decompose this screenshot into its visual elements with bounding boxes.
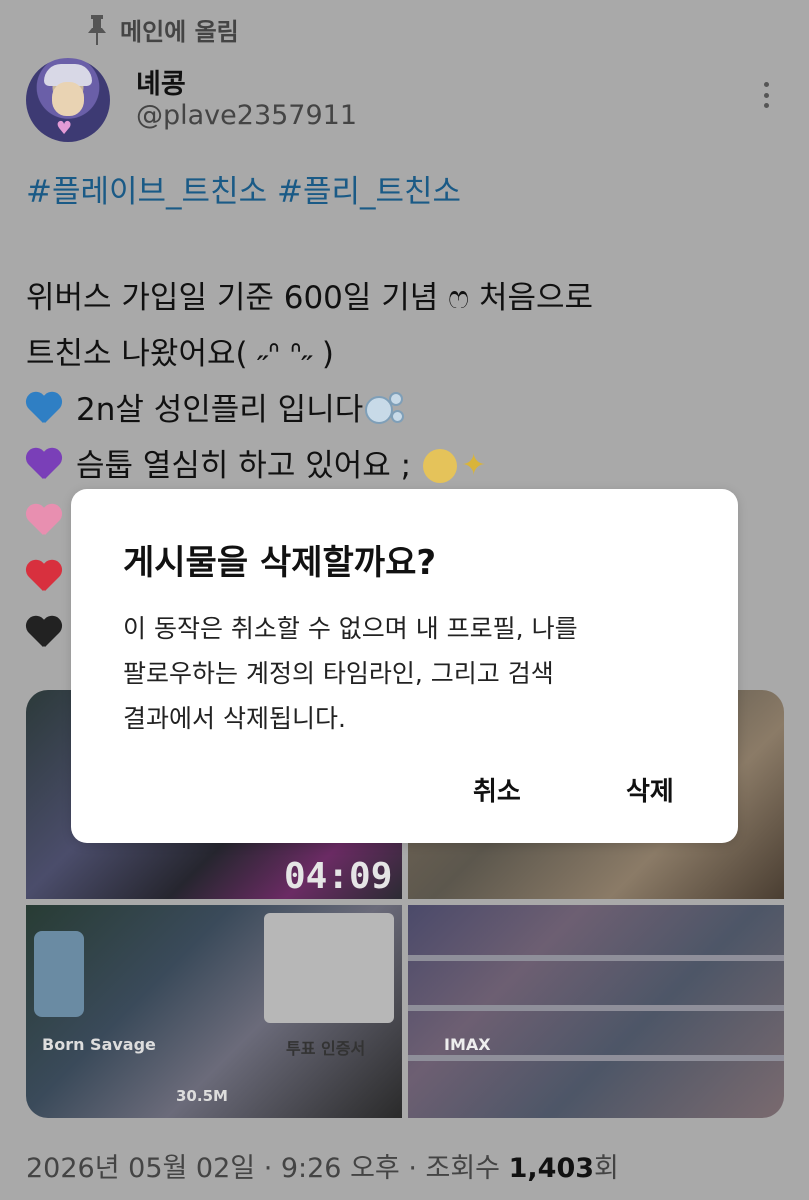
delete-button[interactable]: 삭제 [626, 771, 674, 808]
bubbles-icon [365, 392, 405, 428]
dialog-title: 게시물을 삭제할까요? [123, 543, 437, 583]
post-meta: 2026년 05월 02일 · 9:26 오후 · 조회수 1,403회 [26, 1146, 619, 1185]
cancel-button[interactable]: 취소 [473, 771, 521, 808]
dialog-message-line: 이 동작은 취소할 수 없으며 내 프로필, 나를 [123, 614, 578, 643]
post-line: 슴툽 열심히 하고 있어요 ; ✦ [26, 438, 593, 494]
view-count-suffix: 회 [594, 1153, 619, 1184]
sparkles-icon: ✦ [461, 448, 487, 483]
more-options-icon[interactable] [762, 82, 770, 108]
dialog-message: 이 동작은 취소할 수 없으며 내 프로필, 나를 팔로우하는 계정의 타임라인… [123, 606, 703, 741]
post-line: 트친소 나왔어요( ˶ᐢ ᐢ˶ ) [26, 326, 593, 382]
post-line-text: 슴툽 열심히 하고 있어요 ; [76, 448, 412, 484]
post-timestamp: 2026년 05월 02일 · 9:26 오후 · 조회수 [26, 1153, 509, 1184]
purple-heart-icon [26, 449, 62, 483]
media-image-3[interactable]: Born Savage 30.5M 투표 인증서 [26, 905, 402, 1118]
blue-heart-icon [26, 393, 62, 427]
dialog-message-line: 결과에서 삭제됩니다. [123, 704, 346, 733]
delete-confirm-dialog: 게시물을 삭제할까요? 이 동작은 취소할 수 없으며 내 프로필, 나를 팔로… [71, 489, 738, 843]
media-image-4[interactable]: IMAX [408, 905, 784, 1118]
pinned-indicator: 메인에 올림 [88, 12, 239, 47]
author-name[interactable]: 녜콩 [136, 62, 186, 101]
imax-text: IMAX [444, 1035, 491, 1054]
black-heart-icon [26, 617, 62, 651]
pin-icon [88, 14, 106, 45]
post-line-text: 트친소 나왔어요( ˶ᐢ ᐢ˶ ) [26, 336, 335, 372]
post-hashtags[interactable]: #플레이브_트친소 #플리_트친소 [26, 166, 461, 211]
post-line: 2n살 성인플리 입니다 [26, 382, 593, 438]
avatar[interactable]: ♥ [26, 58, 110, 142]
pinned-label: 메인에 올림 [120, 18, 239, 46]
album-title: Born Savage [42, 1035, 156, 1054]
post-line-text: 2n살 성인플리 입니다 [76, 392, 364, 428]
post-line-text: 위버스 가입일 기준 600일 기념 ෆ 처음으로 [26, 280, 594, 316]
view-count: 1,403 [508, 1153, 595, 1184]
clock-text: 04:09 [284, 856, 393, 897]
stream-count: 30.5M [176, 1087, 228, 1105]
pink-heart-icon [26, 505, 62, 539]
red-heart-icon [26, 561, 62, 595]
dialog-message-line: 팔로우하는 계정의 타임라인, 그리고 검색 [123, 659, 554, 688]
author-handle[interactable]: @plave2357911 [136, 100, 357, 131]
post-line: 위버스 가입일 기준 600일 기념 ෆ 처음으로 [26, 270, 593, 326]
saluting-face-icon [423, 449, 458, 483]
vote-certificate-text: 투표 인증서 [286, 1039, 366, 1058]
